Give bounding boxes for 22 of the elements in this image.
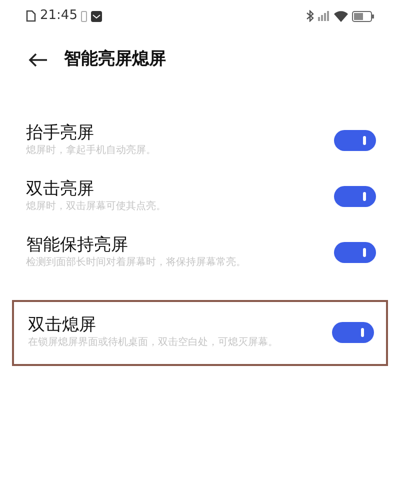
setting-title: 双击亮屏 — [26, 178, 95, 200]
setting-description: 检测到面部长时间对着屏幕时，将保持屏幕常亮。 — [26, 256, 247, 270]
toggle-switch[interactable] — [334, 130, 376, 150]
wifi-icon — [334, 10, 348, 22]
battery-icon — [352, 10, 374, 22]
status-time: 21:45 — [40, 7, 78, 26]
setting-description: 熄屏时，双击屏幕可使其点亮。 — [26, 200, 167, 214]
message-icon — [91, 10, 102, 22]
sim-icon — [81, 10, 88, 22]
setting-title: 抬手亮屏 — [26, 122, 95, 144]
setting-title: 智能保持亮屏 — [26, 234, 129, 256]
page-title: 智能亮屏熄屏 — [64, 48, 166, 72]
back-icon[interactable] — [28, 53, 48, 67]
file-icon — [26, 10, 36, 22]
bluetooth-icon — [306, 10, 314, 22]
toggle-switch[interactable] — [334, 186, 376, 206]
toggle-switch[interactable] — [334, 242, 376, 262]
setting-title: 双击熄屏 — [28, 314, 97, 336]
setting-description: 在锁屏熄屏界面或待机桌面，双击空白处，可熄灭屏幕。 — [28, 336, 279, 350]
toggle-switch[interactable] — [332, 322, 374, 342]
setting-description: 熄屏时，拿起手机自动亮屏。 — [26, 144, 157, 158]
signal-icon — [318, 11, 330, 21]
